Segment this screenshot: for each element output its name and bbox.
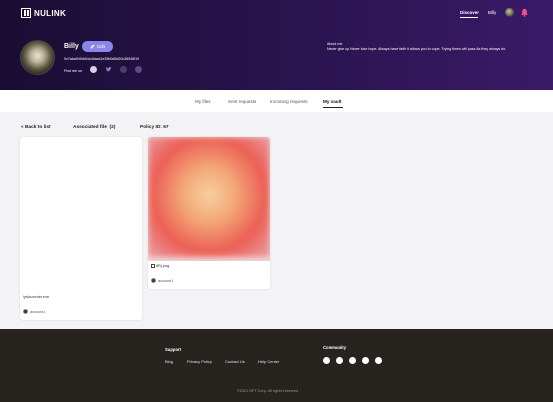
image-file-icon: [151, 264, 155, 268]
edit-profile-button[interactable]: Edit: [82, 41, 113, 52]
youtube-icon[interactable]: [375, 357, 382, 364]
instagram-icon[interactable]: [135, 66, 142, 73]
top-navbar: NULINK Discover Billy: [0, 0, 553, 26]
file-thumbnail: [148, 137, 270, 261]
bell-icon[interactable]: [520, 8, 529, 17]
tab-bar: My files Sent requests Incoming requests…: [0, 90, 553, 112]
footer-link-contact[interactable]: Contact Us: [225, 359, 245, 364]
tab-my-files[interactable]: My files: [195, 99, 211, 104]
twitter-icon[interactable]: [105, 66, 112, 73]
edit-label: Edit: [97, 44, 105, 49]
discord-icon[interactable]: [120, 66, 127, 73]
about-me-text: Never give up Never lose hope. Always ha…: [327, 47, 507, 51]
nav-discover[interactable]: Discover: [460, 10, 479, 15]
about-me-title: About me: [327, 42, 343, 46]
telegram-icon[interactable]: [323, 357, 330, 364]
twitter-icon[interactable]: [349, 357, 356, 364]
nav-username[interactable]: Billy: [488, 10, 496, 15]
owner-avatar: [23, 309, 28, 314]
tab-my-vault[interactable]: My vault: [323, 99, 341, 104]
facebook-icon[interactable]: [90, 66, 97, 73]
associated-file-label: Associated file (2): [73, 125, 116, 130]
footer-link-help[interactable]: Help Center: [258, 359, 279, 364]
owner-avatar: [151, 278, 156, 283]
footer-community-title: Community: [323, 345, 347, 350]
tab-incoming-requests[interactable]: Incoming requests: [270, 99, 308, 104]
blurred-image: [148, 137, 270, 257]
brand-logo[interactable]: NULINK: [21, 8, 66, 18]
nulink-logo-icon: [21, 8, 31, 18]
footer-link-blog[interactable]: Blog: [165, 359, 173, 364]
github-icon[interactable]: [362, 357, 369, 364]
nav-active-underline: [460, 17, 478, 18]
copyright: ©2021 NFT Corp. All rights reserved: [237, 389, 299, 393]
profile-header: NULINK Discover Billy Billy Edit 0x7aba9…: [0, 0, 553, 90]
file-card[interactable]: lyslauncher.exe account1: [20, 137, 142, 320]
file-name: lyslauncher.exe: [23, 295, 50, 299]
find-me-label: Find me on: [64, 69, 82, 73]
file-owner[interactable]: account1: [23, 309, 45, 314]
file-name: 8Rj.png: [151, 264, 169, 268]
footer-link-privacy[interactable]: Privacy Policy: [187, 359, 212, 364]
file-owner[interactable]: account1: [151, 278, 173, 283]
brand-name: NULINK: [34, 8, 67, 18]
back-to-list-link[interactable]: « Back to list: [21, 125, 51, 130]
wallet-address: 0x7aba94f4b54cd4acd1e39b0d5d20c38948f19: [64, 57, 140, 61]
policy-id: Policy ID: 67: [140, 125, 169, 130]
nav-avatar[interactable]: [505, 8, 514, 17]
profile-name: Billy: [64, 43, 79, 50]
footer-support-title: Support: [165, 347, 182, 352]
discord-icon[interactable]: [336, 357, 343, 364]
file-card[interactable]: 8Rj.png account1: [148, 137, 270, 289]
tab-sent-requests[interactable]: Sent requests: [228, 99, 256, 104]
active-tab-underline: [323, 107, 343, 109]
profile-avatar: [20, 40, 55, 75]
pencil-icon: [90, 44, 95, 49]
